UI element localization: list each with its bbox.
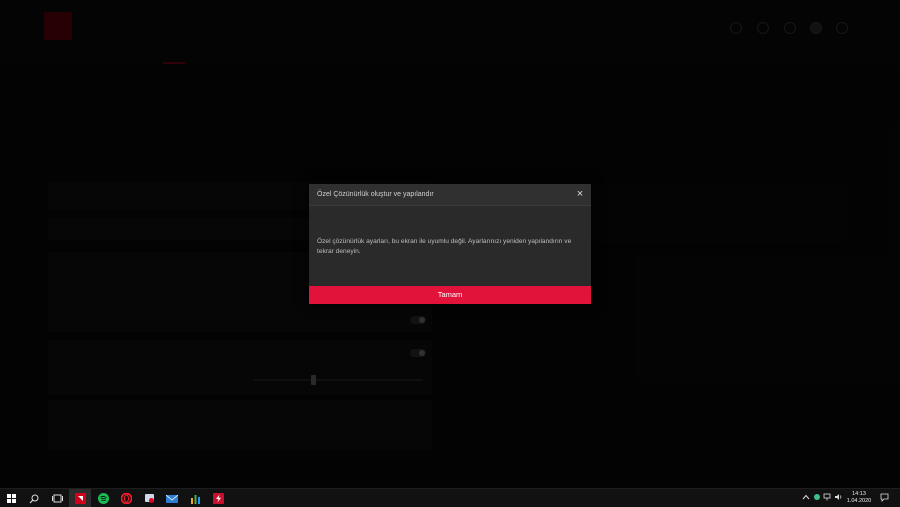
dialog-header: Özel Çözünürlük oluştur ve yapılandır × — [309, 184, 591, 206]
mail-icon[interactable] — [161, 489, 183, 507]
amd-radeon-icon[interactable] — [69, 489, 91, 507]
opera-icon[interactable] — [115, 489, 137, 507]
chevron-up-icon[interactable] — [802, 493, 810, 503]
spotify-icon[interactable] — [92, 489, 114, 507]
clock-time: 14:13 — [852, 491, 866, 497]
close-icon[interactable]: × — [574, 188, 586, 200]
status-dot-icon[interactable] — [813, 493, 821, 503]
clock-date: 1.04.2020 — [846, 498, 872, 504]
system-clock[interactable]: 14:13 1.04.2020 — [844, 491, 874, 505]
flash-app-icon[interactable] — [207, 489, 229, 507]
photos-icon[interactable] — [138, 489, 160, 507]
windows-start-icon[interactable] — [0, 489, 22, 507]
volume-icon[interactable] — [834, 493, 843, 503]
taskbar: 14:13 1.04.2020 — [0, 488, 900, 507]
ok-button[interactable]: Tamam — [309, 286, 591, 304]
task-view-icon[interactable] — [46, 489, 68, 507]
notification-icon[interactable] — [880, 493, 889, 504]
dialog-title: Özel Çözünürlük oluştur ve yapılandır — [317, 191, 434, 198]
network-icon[interactable] — [823, 493, 832, 503]
custom-resolution-dialog: Özel Çözünürlük oluştur ve yapılandır × … — [309, 184, 591, 304]
chart-app-icon[interactable] — [184, 489, 206, 507]
dialog-message: Özel çözünürlük ayarları, bu ekran ile u… — [317, 238, 572, 255]
search-icon[interactable] — [23, 489, 45, 507]
